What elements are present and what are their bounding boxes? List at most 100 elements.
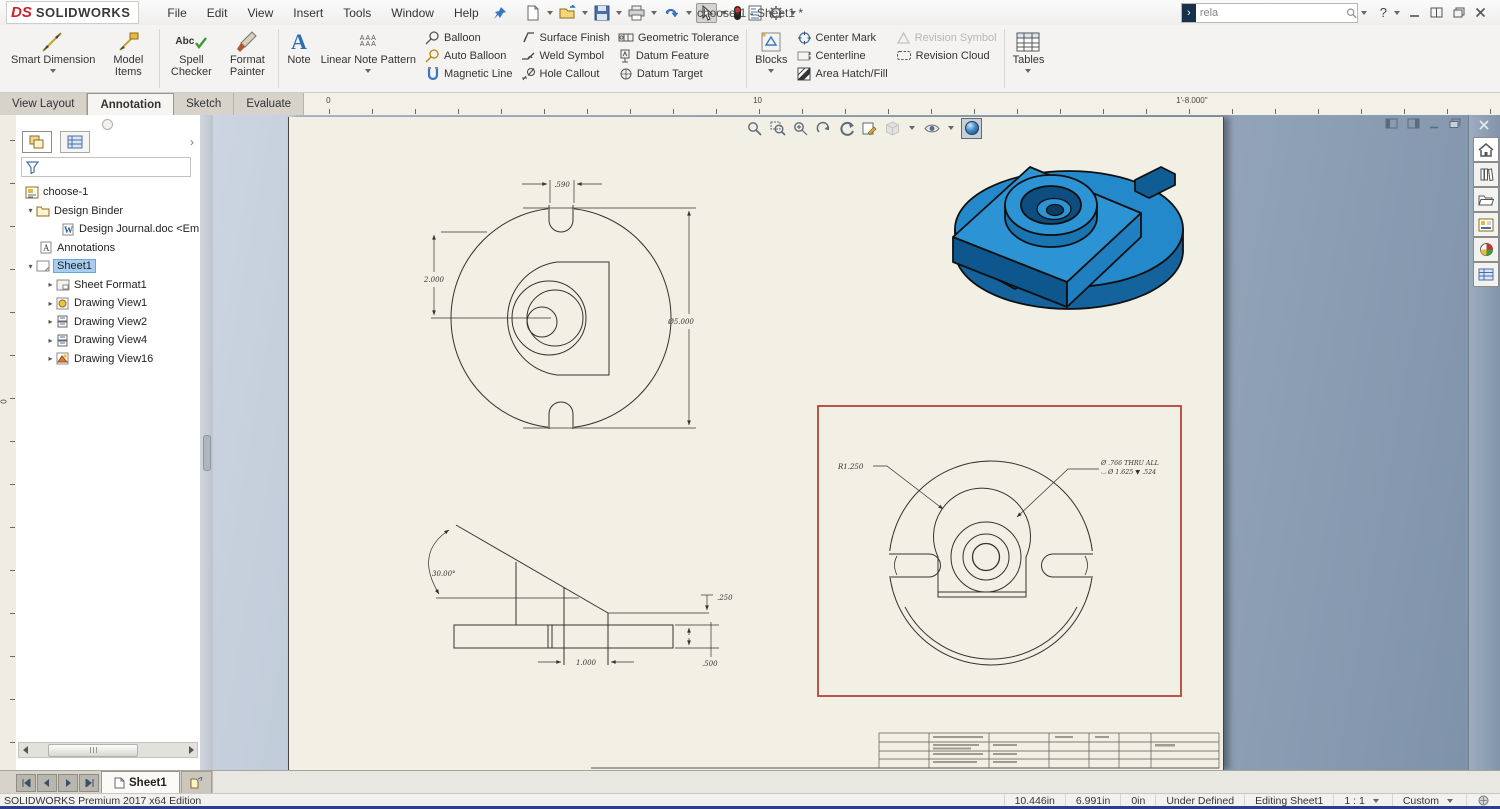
- dim-radius[interactable]: R1.250: [837, 463, 864, 471]
- restore-button[interactable]: [1453, 7, 1465, 18]
- menu-file[interactable]: File: [157, 3, 196, 23]
- pane-left-button[interactable]: [1385, 118, 1398, 129]
- tab-evaluate[interactable]: Evaluate: [234, 93, 305, 115]
- scroll-left-arrow[interactable]: [19, 744, 32, 756]
- panel-splitter[interactable]: [200, 115, 214, 770]
- collapse-arrow-icon[interactable]: ▸: [46, 317, 55, 326]
- search-box[interactable]: ›: [1180, 2, 1358, 23]
- new-dropdown[interactable]: [546, 10, 553, 15]
- hole-callout-line2[interactable]: ⌴ Ø 1.625 ▼ .524: [1101, 469, 1156, 476]
- dim-slot-width[interactable]: .590: [554, 181, 570, 189]
- datum-target-button[interactable]: Datum Target: [618, 66, 739, 81]
- scrollbar-thumb[interactable]: [48, 743, 138, 757]
- model-items-button[interactable]: Model Items: [100, 25, 156, 92]
- prev-sheet-button[interactable]: [37, 773, 57, 792]
- open-button[interactable]: [557, 4, 578, 22]
- new-button[interactable]: [523, 4, 543, 22]
- doc-minimize-button[interactable]: [1429, 118, 1440, 129]
- tree-item-annotations[interactable]: A Annotations: [16, 239, 200, 258]
- expand-arrow-icon[interactable]: ▾: [26, 262, 35, 271]
- undo-button[interactable]: [661, 4, 682, 22]
- tree-item-design-binder[interactable]: ▾ Design Binder: [16, 202, 200, 221]
- pin-menu-icon[interactable]: [493, 6, 507, 20]
- rotate-view-icon[interactable]: [814, 119, 833, 138]
- tables-dropdown[interactable]: [1025, 68, 1032, 73]
- toggle-state-icon[interactable]: [731, 4, 744, 22]
- previous-view-icon[interactable]: [837, 119, 856, 138]
- doc-restore-button[interactable]: [1449, 118, 1461, 129]
- splitter-grip[interactable]: [203, 435, 211, 471]
- tree-filter-field[interactable]: [21, 157, 191, 177]
- search-dropdown[interactable]: [1360, 10, 1367, 15]
- dim-step[interactable]: .250: [717, 594, 733, 602]
- linear-note-pattern-button[interactable]: AAA AAA Linear Note Pattern: [316, 25, 421, 92]
- geometric-tolerance-button[interactable]: Geometric Tolerance: [618, 30, 739, 45]
- zoom-to-area-icon[interactable]: [768, 119, 787, 138]
- menu-view[interactable]: View: [237, 3, 283, 23]
- undo-dropdown[interactable]: [685, 10, 692, 15]
- revision-cloud-button[interactable]: Revision Cloud: [896, 48, 997, 63]
- surface-finish-button[interactable]: Surface Finish: [521, 30, 610, 45]
- resources-home-button[interactable]: [1473, 137, 1499, 162]
- panel-expand-chevron[interactable]: ›: [190, 135, 194, 149]
- blocks-button[interactable]: Blocks: [750, 25, 792, 92]
- close-button[interactable]: [1475, 7, 1486, 18]
- menu-window[interactable]: Window: [381, 3, 444, 23]
- collapse-arrow-icon[interactable]: ▸: [46, 354, 55, 363]
- dim-angle[interactable]: 30.00°: [432, 570, 456, 578]
- tree-item-drawing-view2[interactable]: ▸ Drawing View2: [16, 313, 200, 332]
- hide-show-dropdown[interactable]: [948, 126, 954, 130]
- magnifier-icon[interactable]: [1346, 6, 1357, 20]
- options-dropdown[interactable]: [789, 10, 796, 15]
- view-palette-button[interactable]: [1473, 212, 1499, 237]
- last-sheet-button[interactable]: [79, 773, 99, 792]
- display-style-dropdown[interactable]: [909, 126, 915, 130]
- tab-view-layout[interactable]: View Layout: [0, 93, 88, 115]
- open-dropdown[interactable]: [581, 10, 588, 15]
- tree-item-sheet1[interactable]: ▾ Sheet1: [16, 257, 200, 276]
- sheet1-tab[interactable]: Sheet1: [101, 771, 180, 794]
- hide-show-items-icon[interactable]: [922, 119, 941, 138]
- split-pane-button[interactable]: [1430, 7, 1443, 18]
- properties-button[interactable]: [745, 4, 765, 22]
- weld-symbol-button[interactable]: Weld Symbol: [521, 48, 610, 63]
- note-button[interactable]: A Note: [282, 25, 315, 92]
- collapse-arrow-icon[interactable]: ▸: [46, 299, 55, 308]
- search-scope-icon[interactable]: ›: [1181, 3, 1196, 22]
- collapse-arrow-icon[interactable]: ▸: [46, 336, 55, 345]
- tab-sketch[interactable]: Sketch: [174, 93, 235, 115]
- smart-dimension-dropdown[interactable]: [50, 68, 57, 73]
- next-sheet-button[interactable]: [58, 773, 78, 792]
- help-dropdown[interactable]: [1394, 10, 1400, 15]
- magnetic-line-button[interactable]: Magnetic Line: [425, 66, 513, 81]
- first-sheet-button[interactable]: [16, 773, 36, 792]
- options-gear-button[interactable]: [766, 4, 786, 22]
- tree-item-sheet-format1[interactable]: ▸ Sheet Format1: [16, 276, 200, 295]
- hole-callout-line1[interactable]: Ø .766 THRU ALL: [1100, 460, 1159, 467]
- tables-button[interactable]: Tables: [1008, 25, 1050, 92]
- spell-checker-button[interactable]: Abc Spell Checker: [163, 25, 219, 92]
- select-dropdown[interactable]: [720, 10, 727, 15]
- print-dropdown[interactable]: [650, 10, 657, 15]
- help-button[interactable]: ?: [1380, 5, 1387, 20]
- print-button[interactable]: [626, 4, 647, 22]
- sheet-properties-icon[interactable]: [860, 119, 879, 138]
- search-input[interactable]: [1195, 6, 1346, 19]
- auto-balloon-button[interactable]: Auto Balloon: [425, 48, 513, 63]
- display-style-icon[interactable]: [883, 119, 902, 138]
- linear-note-pattern-dropdown[interactable]: [365, 68, 372, 73]
- center-mark-button[interactable]: Center Mark: [797, 30, 888, 45]
- menu-help[interactable]: Help: [444, 3, 489, 23]
- area-hatch-button[interactable]: Area Hatch/Fill: [797, 66, 888, 81]
- file-explorer-button[interactable]: [1473, 187, 1499, 212]
- dim-thickness[interactable]: .500: [702, 660, 718, 668]
- revision-symbol-button[interactable]: Revision Symbol: [896, 30, 997, 45]
- expand-arrow-icon[interactable]: ▾: [26, 206, 35, 215]
- design-library-button[interactable]: [1473, 162, 1499, 187]
- balloon-button[interactable]: Balloon: [425, 30, 513, 45]
- graphics-area[interactable]: .590 2.000 Ø5.000 30.00° .250 .500 1.000…: [213, 115, 1468, 770]
- zoom-in-out-icon[interactable]: [791, 119, 810, 138]
- tree-item-design-journal[interactable]: W Design Journal.doc <Em: [16, 220, 200, 239]
- custom-properties-button[interactable]: [1473, 262, 1499, 287]
- drawing-sheet[interactable]: .590 2.000 Ø5.000 30.00° .250 .500 1.000…: [288, 117, 1224, 770]
